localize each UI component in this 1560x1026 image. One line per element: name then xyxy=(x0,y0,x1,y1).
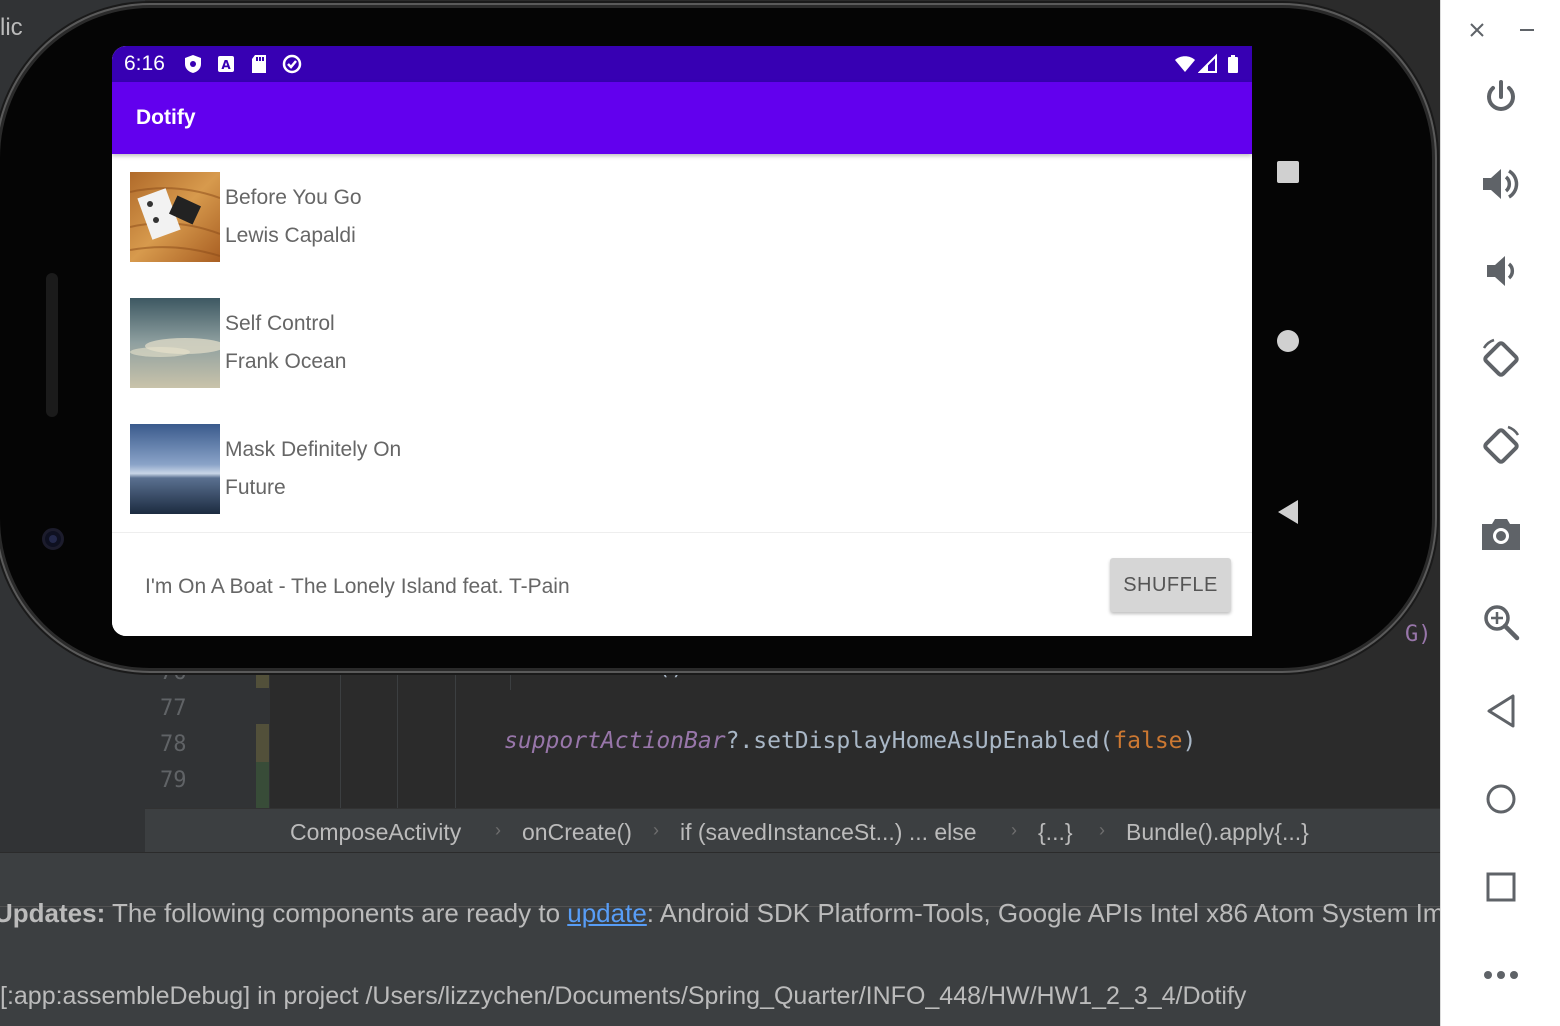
rotate-left-icon xyxy=(1482,338,1519,377)
power-icon xyxy=(1487,80,1515,111)
chevron-right-icon: › xyxy=(495,820,501,840)
chevron-right-icon: › xyxy=(1099,820,1105,840)
breadcrumb-item[interactable]: {...} xyxy=(1038,819,1073,846)
album-art-image xyxy=(130,298,220,388)
app-title: Dotify xyxy=(136,106,196,129)
update-link[interactable]: update xyxy=(567,898,647,928)
power-button[interactable] xyxy=(1476,72,1526,122)
volume-up-icon xyxy=(1483,169,1519,199)
shield-icon xyxy=(185,55,201,73)
screenshot-button[interactable] xyxy=(1476,509,1526,559)
svg-text:A: A xyxy=(221,58,231,72)
code-token-keyword: false xyxy=(1113,728,1183,754)
breadcrumb-item[interactable]: if (savedInstanceSt...) ... else xyxy=(680,819,977,846)
overview-icon xyxy=(1486,872,1516,902)
back-button[interactable] xyxy=(1476,686,1526,736)
vcs-added-marker xyxy=(256,762,269,808)
rotate-right-icon xyxy=(1483,425,1520,464)
zoom-icon xyxy=(1484,605,1520,641)
indent-guide xyxy=(455,660,456,808)
square-icon xyxy=(1277,161,1299,183)
song-list[interactable]: Before You Go Lewis Capaldi Self Control xyxy=(112,154,1252,532)
breadcrumb: ComposeActivity › onCreate() › if (saved… xyxy=(145,808,1440,852)
breadcrumb-item[interactable]: ComposeActivity xyxy=(290,819,461,846)
notice-label: Updates: xyxy=(0,898,106,928)
chevron-right-icon: › xyxy=(1011,820,1017,840)
breadcrumb-item[interactable]: onCreate() xyxy=(522,819,632,846)
indent-guide xyxy=(340,660,341,808)
vcs-change-marker xyxy=(256,668,269,688)
list-item[interactable]: Before You Go Lewis Capaldi xyxy=(130,172,730,264)
sync-icon xyxy=(282,54,302,74)
camera-icon xyxy=(1482,519,1520,550)
volume-up-button[interactable] xyxy=(1476,159,1526,209)
code-edge-text: G) xyxy=(1405,622,1432,647)
back-nav-button[interactable] xyxy=(1276,499,1300,530)
rotate-right-button[interactable] xyxy=(1476,421,1526,471)
song-title: Mask Definitely On xyxy=(225,438,402,461)
vcs-change-marker xyxy=(256,724,269,762)
status-bar: 6:16 A xyxy=(112,46,1252,82)
volume-down-button[interactable] xyxy=(1476,246,1526,296)
chevron-right-icon: › xyxy=(653,820,659,840)
home-nav-button[interactable] xyxy=(1276,329,1300,358)
shuffle-button[interactable]: SHUFFLE xyxy=(1110,558,1231,612)
list-item[interactable]: Self Control Frank Ocean xyxy=(130,298,730,390)
volume-down-icon xyxy=(1487,256,1515,286)
signal-icon xyxy=(1198,53,1217,73)
mini-player: I'm On A Boat - The Lonely Island feat. … xyxy=(112,532,1252,636)
song-artist: Future xyxy=(225,476,286,499)
album-art-image xyxy=(130,172,220,262)
line-number: 78 xyxy=(160,732,187,757)
build-log-line: [:app:assembleDebug] in project /Users/l… xyxy=(0,982,1247,1010)
wifi-icon xyxy=(1175,56,1195,72)
album-art-image xyxy=(130,424,220,514)
indent-guide xyxy=(397,660,398,808)
notice-text: : Android SDK Platform-Tools, Google API… xyxy=(646,898,1445,928)
close-icon[interactable] xyxy=(1465,18,1489,42)
update-notice: Updates: The following components are re… xyxy=(0,898,1444,929)
song-artist: Frank Ocean xyxy=(225,350,347,373)
home-button[interactable] xyxy=(1476,774,1526,824)
song-title: Self Control xyxy=(225,312,335,335)
list-item[interactable]: Mask Definitely On Future xyxy=(130,424,730,516)
battery-icon xyxy=(1228,55,1238,73)
a-badge-icon: A xyxy=(218,56,234,72)
home-icon xyxy=(1486,784,1516,814)
line-number: 79 xyxy=(160,768,187,793)
minimize-icon[interactable] xyxy=(1515,18,1539,42)
triangle-back-icon xyxy=(1278,500,1298,524)
code-token-call: ?.setDisplayHomeAsUpEnabled( xyxy=(725,728,1114,754)
front-camera xyxy=(42,528,64,550)
speaker-grille xyxy=(46,273,58,417)
rotate-left-button[interactable] xyxy=(1476,334,1526,384)
ide-top-text: lic xyxy=(0,14,23,41)
back-icon xyxy=(1487,694,1515,728)
overview-nav-button[interactable] xyxy=(1276,160,1300,189)
more-button[interactable] xyxy=(1476,950,1526,1000)
song-artist: Lewis Capaldi xyxy=(225,224,356,247)
app-toolbar: Dotify xyxy=(112,82,1252,154)
code-token-property: supportActionBar xyxy=(504,728,726,754)
emulator-toolbar xyxy=(1440,0,1560,1026)
zoom-button[interactable] xyxy=(1476,597,1526,647)
code-line-78[interactable]: supportActionBar?.setDisplayHomeAsUpEnab… xyxy=(504,728,1196,754)
song-title: Before You Go xyxy=(225,186,362,209)
more-icon xyxy=(1484,971,1518,979)
line-number: 77 xyxy=(160,696,187,721)
now-playing-text[interactable]: I'm On A Boat - The Lonely Island feat. … xyxy=(145,575,570,599)
device-screen: 6:16 A Dotify Before You Go Lewis Capald… xyxy=(112,46,1252,636)
notice-text: The following components are ready to xyxy=(105,898,568,928)
sd-card-icon xyxy=(252,55,266,73)
status-time: 6:16 xyxy=(124,52,165,75)
code-token-paren: ) xyxy=(1182,728,1197,754)
overview-button[interactable] xyxy=(1476,862,1526,912)
circle-icon xyxy=(1277,330,1299,352)
breadcrumb-item[interactable]: Bundle().apply{...} xyxy=(1126,819,1309,846)
